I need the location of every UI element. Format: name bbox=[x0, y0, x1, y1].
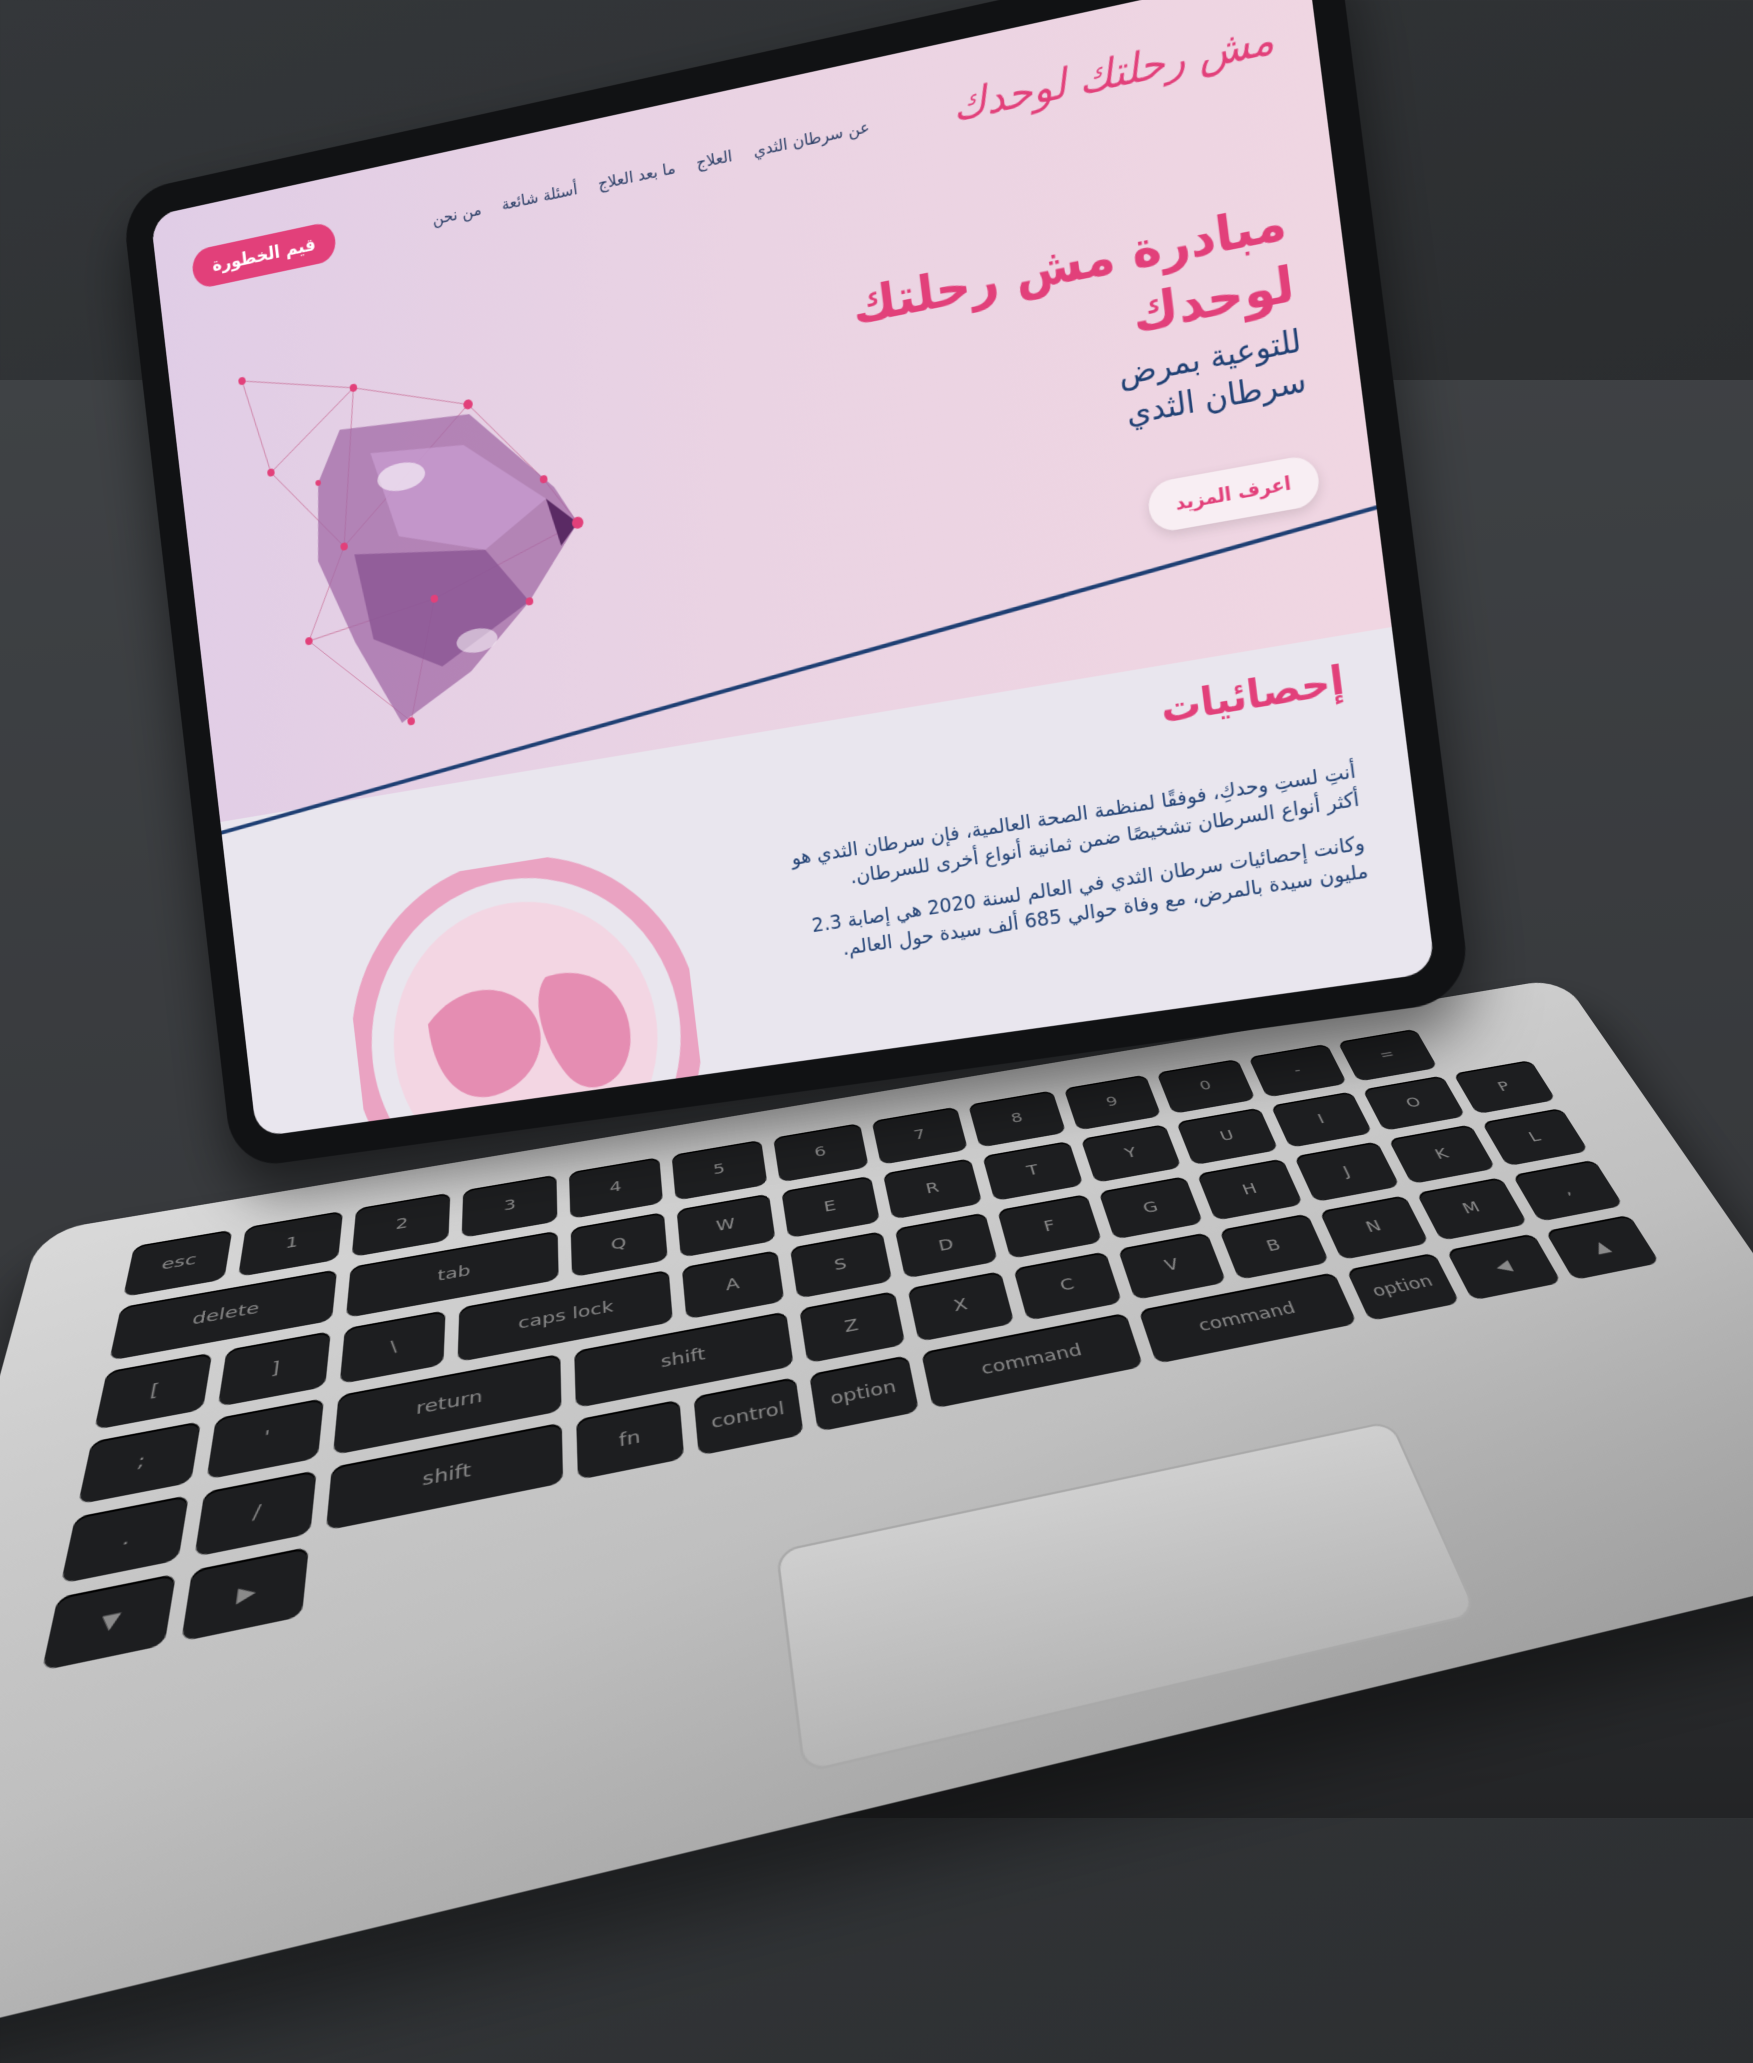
key-esc[interactable]: esc bbox=[123, 1229, 233, 1297]
key--[interactable]: / bbox=[194, 1469, 317, 1558]
key-j[interactable]: J bbox=[1293, 1141, 1401, 1203]
key-option[interactable]: option bbox=[1345, 1252, 1461, 1322]
key-6[interactable]: 6 bbox=[772, 1123, 869, 1183]
key-x[interactable]: X bbox=[907, 1271, 1015, 1342]
key-f[interactable]: F bbox=[997, 1194, 1103, 1259]
key--[interactable]: - bbox=[1248, 1043, 1348, 1098]
key--[interactable]: [ bbox=[94, 1352, 213, 1430]
key-s[interactable]: S bbox=[789, 1231, 893, 1299]
key-3[interactable]: 3 bbox=[461, 1174, 558, 1238]
key-i[interactable]: I bbox=[1270, 1091, 1373, 1149]
key-0[interactable]: 0 bbox=[1156, 1059, 1256, 1114]
key-m[interactable]: M bbox=[1416, 1177, 1528, 1241]
key-g[interactable]: G bbox=[1098, 1176, 1204, 1240]
key-q[interactable]: Q bbox=[570, 1211, 668, 1278]
key--[interactable]: ▶ bbox=[181, 1547, 309, 1642]
key--[interactable]: ▲ bbox=[1544, 1214, 1661, 1281]
nav-item-about-us[interactable]: من نحن bbox=[431, 199, 482, 228]
key--[interactable]: ' bbox=[206, 1398, 324, 1480]
stats-title: إحصائيات bbox=[1158, 656, 1347, 732]
key-o[interactable]: O bbox=[1362, 1075, 1466, 1132]
key--[interactable]: , bbox=[1511, 1159, 1624, 1222]
key-n[interactable]: N bbox=[1318, 1195, 1430, 1260]
key--[interactable]: \ bbox=[339, 1310, 446, 1385]
key-t[interactable]: T bbox=[982, 1140, 1084, 1202]
key-7[interactable]: 7 bbox=[871, 1106, 969, 1165]
key-fn[interactable]: fn bbox=[575, 1399, 685, 1481]
key-e[interactable]: E bbox=[780, 1175, 881, 1239]
key--[interactable]: ◀ bbox=[1446, 1233, 1562, 1301]
key-a[interactable]: A bbox=[681, 1250, 784, 1320]
key-5[interactable]: 5 bbox=[671, 1139, 768, 1201]
key-9[interactable]: 9 bbox=[1063, 1074, 1162, 1131]
key-1[interactable]: 1 bbox=[238, 1210, 343, 1277]
key-v[interactable]: V bbox=[1117, 1232, 1227, 1300]
nav-item-about-breast-cancer[interactable]: عن سرطان الثدي bbox=[752, 116, 870, 160]
key-z[interactable]: Z bbox=[798, 1291, 906, 1364]
nav-item-faq[interactable]: أسئلة شائعة bbox=[501, 179, 579, 214]
key-2[interactable]: 2 bbox=[351, 1192, 451, 1257]
key-w[interactable]: W bbox=[676, 1193, 776, 1258]
tablet-device: مش رحلتك لوحدك عن سرطان الثدي العلاج ما … bbox=[120, 0, 1473, 1170]
key-c[interactable]: C bbox=[1013, 1251, 1122, 1321]
key-b[interactable]: B bbox=[1219, 1213, 1330, 1280]
key-p[interactable]: P bbox=[1452, 1059, 1557, 1115]
nav-item-treatment[interactable]: العلاج bbox=[695, 146, 733, 172]
key-k[interactable]: K bbox=[1388, 1124, 1496, 1185]
nav-item-after-treatment[interactable]: ما بعد العلاج bbox=[597, 158, 676, 193]
key-8[interactable]: 8 bbox=[968, 1090, 1066, 1148]
key--[interactable]: ] bbox=[218, 1331, 331, 1407]
key-u[interactable]: U bbox=[1176, 1107, 1279, 1166]
key--[interactable]: = bbox=[1337, 1028, 1438, 1082]
key--[interactable]: . bbox=[60, 1494, 190, 1585]
key-option[interactable]: option bbox=[808, 1354, 920, 1433]
key-d[interactable]: D bbox=[894, 1212, 999, 1279]
key-y[interactable]: Y bbox=[1080, 1123, 1182, 1184]
key-4[interactable]: 4 bbox=[568, 1157, 664, 1219]
pink-globe-ribbon-illustration bbox=[338, 837, 716, 1138]
key--[interactable]: ▼ bbox=[41, 1573, 177, 1671]
low-poly-breast-illustration bbox=[238, 263, 598, 784]
key-h[interactable]: H bbox=[1197, 1158, 1303, 1221]
key--[interactable]: ; bbox=[78, 1421, 202, 1505]
key-control[interactable]: control bbox=[693, 1376, 804, 1457]
stats-body: أنتِ لستِ وحدكِ، فوفقًا لمنظمة الصحة الع… bbox=[783, 757, 1372, 985]
website-screen: مش رحلتك لوحدك عن سرطان الثدي العلاج ما … bbox=[150, 0, 1436, 1138]
key-r[interactable]: R bbox=[882, 1157, 983, 1220]
key-l[interactable]: L bbox=[1481, 1108, 1589, 1167]
